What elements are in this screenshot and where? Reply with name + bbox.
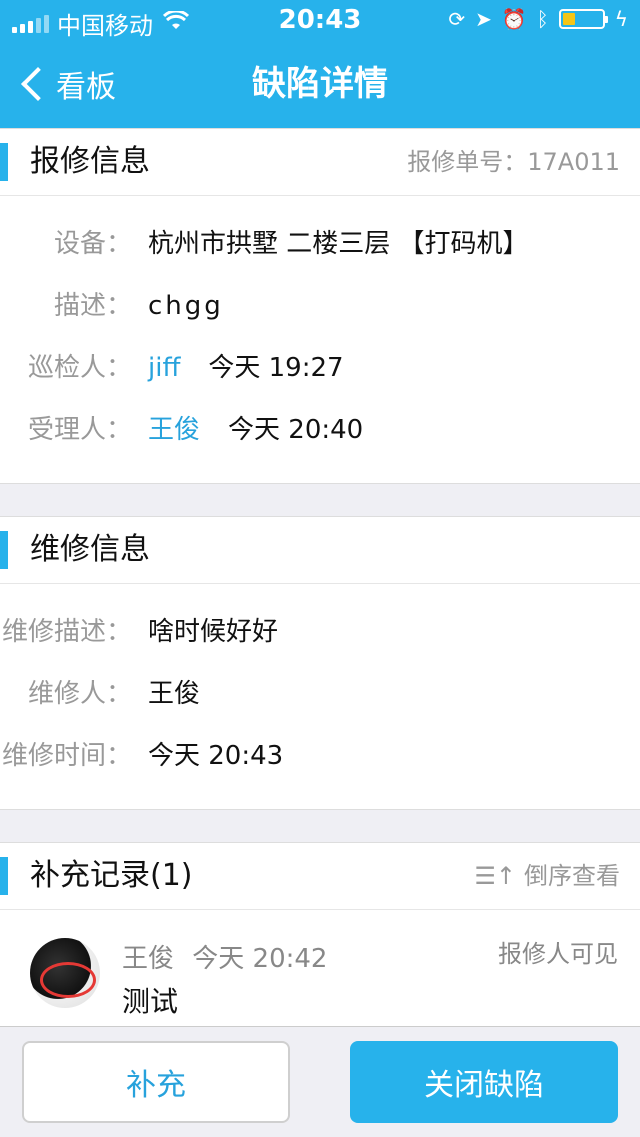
field-device: 设备： 杭州市拱墅 二楼三层 【打码机】 [0,219,640,269]
field-value: chgg [148,291,224,321]
record-meta: 王俊 今天 20:42 [122,938,327,975]
sort-icon: ☰↑ [474,862,516,890]
section-title: 报修信息 [30,144,150,179]
section-accent [0,143,8,181]
order-number-value: 17A011 [527,148,620,176]
section-title: 维修信息 [30,532,150,567]
section-accent [0,531,8,569]
field-handler: 受理人： 王俊 今天 20:40 [0,405,640,455]
charging-icon: ϟ [614,7,628,31]
repairer-link[interactable]: 王俊 [148,669,200,719]
section-title: 补充记录(1) [30,858,193,893]
field-label: 维修时间： [1,741,132,771]
nav-bar: 看板 缺陷详情 [0,40,640,128]
field-inspector: 巡检人： jiff 今天 19:27 [0,343,640,393]
field-repair-description: 维修描述： 啥时候好好 [0,607,640,657]
field-label: 设备： [53,229,132,259]
field-label: 受理人： [27,415,132,445]
field-repair-time: 维修时间： 今天 20:43 [0,731,640,781]
section-header: 报修信息 报修单号：17A011 [0,129,640,196]
battery-icon [558,9,608,29]
rotation-lock-icon: ⟳ [448,7,466,31]
record-text: 测试 [122,985,179,1018]
page-title: 缺陷详情 [252,64,388,104]
field-value: 杭州市拱墅 二楼三层 【打码机】 [148,229,529,259]
sort-label: 倒序查看 [524,862,620,890]
record-author: 王俊 [122,944,175,974]
handler-time: 今天 20:40 [228,415,364,445]
avatar[interactable] [30,938,100,1008]
inspector-link[interactable]: jiff [148,353,180,383]
field-label: 维修描述： [1,617,132,647]
alarm-icon: ⏰ [501,7,527,31]
inspector-time: 今天 19:27 [208,353,344,383]
field-label: 维修人： [27,679,132,709]
field-value: 啥时候好好 [148,617,279,647]
order-number-label: 报修单号： [407,148,528,176]
location-icon: ➤ [475,7,492,31]
field-description: 描述： chgg [0,281,640,331]
record-time: 今天 20:42 [192,944,328,974]
order-number: 报修单号：17A011 [407,129,620,195]
bluetooth-icon: ᛒ [536,7,549,31]
action-bar: 补充 关闭缺陷 [0,1026,640,1137]
field-value: 今天 20:43 [148,741,284,771]
repair-info-card: 维修信息 维修描述： 啥时候好好 维修人： 王俊 维修时间： 今天 20:43 [0,516,640,810]
close-defect-button[interactable]: 关闭缺陷 [350,1041,618,1123]
status-bar: 中国移动 20:43 ⟳ ➤ ⏰ ᛒ ϟ [0,0,640,40]
section-header: 补充记录(1) ☰↑ 倒序查看 [0,843,640,910]
field-value: 王俊 今天 20:40 [148,405,363,455]
section-accent [0,857,8,895]
supplement-button[interactable]: 补充 [22,1041,290,1123]
field-label: 巡检人： [27,353,132,383]
section-header: 维修信息 [0,517,640,584]
report-info-card: 报修信息 报修单号：17A011 设备： 杭州市拱墅 二楼三层 【打码机】 描述… [0,128,640,484]
field-repairer: 维修人： 王俊 [0,669,640,719]
record-visibility: 报修人可见 [498,940,618,968]
field-value: jiff 今天 19:27 [148,343,344,393]
status-icons: ⟳ ➤ ⏰ ᛒ ϟ [448,7,628,31]
handler-link[interactable]: 王俊 [148,415,200,445]
field-label: 描述： [53,291,132,321]
sort-toggle[interactable]: ☰↑ 倒序查看 [474,843,620,909]
